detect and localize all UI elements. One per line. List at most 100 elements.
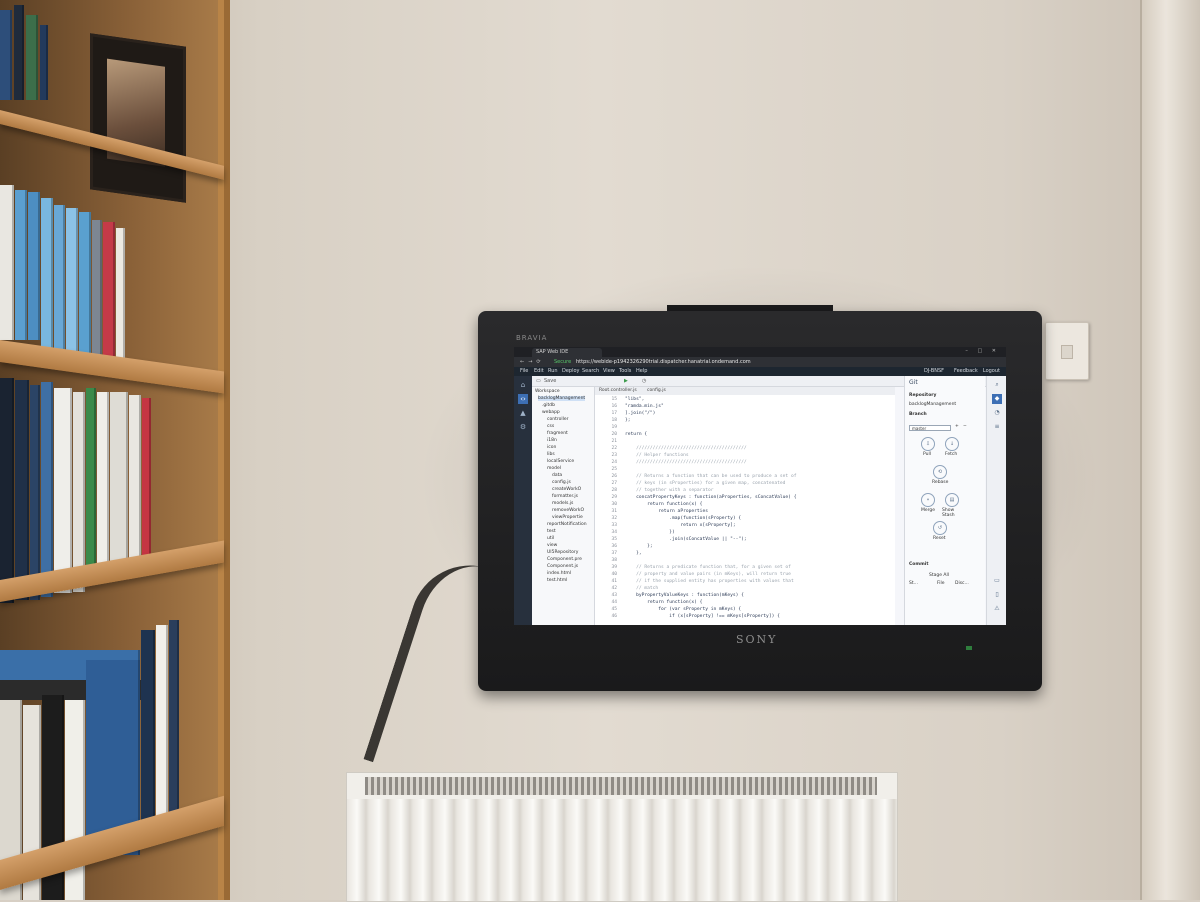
menu-search[interactable]: Search	[582, 367, 599, 376]
tree-item[interactable]: util	[547, 536, 554, 541]
line-number: 42	[611, 586, 617, 591]
tree-item[interactable]: backlogManagement	[538, 396, 586, 401]
tree-item[interactable]: test.html	[547, 578, 567, 583]
code-icon[interactable]: ‹›	[518, 394, 528, 404]
warning-icon[interactable]: ⚠	[992, 604, 1002, 614]
feedback-link[interactable]: Feedback	[954, 367, 978, 376]
tree-item[interactable]: fragment	[547, 431, 568, 436]
code-text: // keys (in sProperties) for a given map…	[625, 481, 786, 486]
outline-icon[interactable]: ≡	[992, 422, 1002, 432]
book	[86, 388, 96, 583]
reset-icon[interactable]: ↺	[933, 521, 947, 535]
git-icon[interactable]: ◆	[992, 394, 1002, 404]
tree-item[interactable]: data	[552, 473, 562, 478]
tree-item[interactable]: models.js	[552, 501, 573, 506]
tree-item[interactable]: Component.pre	[547, 557, 582, 562]
tv-brand-label: BRAVIA	[516, 334, 548, 342]
tree-item[interactable]: libs	[547, 452, 555, 457]
tree-item[interactable]: viewPropertie	[552, 515, 583, 520]
save-icon[interactable]: ▭	[536, 376, 541, 386]
menu-help[interactable]: Help	[636, 367, 647, 376]
tree-item[interactable]: css	[547, 424, 554, 429]
tree-item[interactable]: model	[547, 466, 561, 471]
nav-buttons[interactable]: ←→⟳	[520, 357, 545, 367]
window-controls[interactable]: – □ ✕	[965, 348, 1000, 354]
gear-icon[interactable]: ⚙	[518, 422, 528, 432]
tree-item[interactable]: formatter.js	[552, 494, 578, 499]
tree-item[interactable]: reportNotification	[547, 522, 587, 527]
code-text: ////////////////////////////////////////	[625, 460, 747, 465]
menu-file[interactable]: File	[520, 367, 528, 376]
reset-button[interactable]: Reset	[933, 536, 946, 541]
tab-root-controller[interactable]: Root.controller.js	[599, 387, 637, 395]
tree-item[interactable]: UI5Repository	[547, 550, 578, 555]
user-name[interactable]: DJ-BNSF	[924, 367, 944, 376]
tree-item[interactable]: localService	[547, 459, 574, 464]
book	[156, 625, 168, 835]
stash-icon[interactable]: ▤	[945, 493, 959, 507]
book	[142, 398, 151, 568]
console-icon[interactable]: ▯	[992, 590, 1002, 600]
fetch-icon[interactable]: ↓	[945, 437, 959, 451]
code-text: if (x[sProperty] !== mKeys[sProperty]) {	[625, 614, 780, 619]
debug-icon[interactable]: ◷	[642, 376, 646, 386]
tree-item[interactable]: .gitdb	[542, 403, 555, 408]
menu-view[interactable]: View	[603, 367, 615, 376]
browser-tab[interactable]: SAP Web IDE	[532, 348, 602, 357]
book	[79, 212, 91, 354]
tree-item[interactable]: icon	[547, 445, 556, 450]
rebase-button[interactable]: Rebase	[932, 480, 948, 485]
tree-item[interactable]: index.html	[547, 571, 571, 576]
file-column: File	[937, 581, 945, 586]
pull-button[interactable]: Pull	[923, 452, 931, 457]
stage-all-checkbox[interactable]: Stage All	[929, 573, 949, 578]
search-icon[interactable]: ⌕	[992, 380, 1002, 390]
tab-config[interactable]: config.js	[647, 387, 666, 395]
rebase-icon[interactable]: ⟲	[933, 465, 947, 479]
menu-tools[interactable]: Tools	[619, 367, 631, 376]
bookshelf	[0, 0, 230, 900]
tree-item[interactable]: createWorkO	[552, 487, 581, 492]
tree-item[interactable]: config.js	[552, 480, 571, 485]
add-branch-icon[interactable]: +	[955, 424, 959, 429]
save-button[interactable]: Save	[544, 376, 556, 386]
show-stash-button[interactable]: Show Stash	[942, 508, 964, 518]
tree-item[interactable]: view	[547, 543, 557, 548]
discard-column: Disc...	[955, 581, 969, 586]
tree-item[interactable]: controller	[547, 417, 568, 422]
merge-icon[interactable]: ⑂	[921, 493, 935, 507]
tree-item[interactable]: removeWorkO	[552, 508, 584, 513]
url-text[interactable]: https://webide-p1942326290trial.dispatch…	[576, 357, 751, 367]
history-icon[interactable]: ◔	[992, 408, 1002, 418]
remove-branch-icon[interactable]: −	[963, 424, 967, 429]
chat-icon[interactable]: ▭	[992, 576, 1002, 586]
git-title: Git	[909, 379, 918, 386]
tree-item[interactable]: i18n	[547, 438, 557, 443]
fetch-button[interactable]: Fetch	[945, 452, 957, 457]
secure-label: Secure	[554, 359, 572, 365]
run-icon[interactable]: ▶	[624, 376, 628, 386]
code-text: concatPropertyKeys : function(aPropertie…	[625, 495, 797, 500]
menu-edit[interactable]: Edit	[534, 367, 544, 376]
menu-deploy[interactable]: Deploy	[562, 367, 580, 376]
code-text: ].join("/")	[625, 411, 656, 416]
code-text: // property and value pairs (in mKeys), …	[625, 572, 791, 577]
line-number: 16	[611, 404, 617, 409]
line-number: 44	[611, 600, 617, 605]
book	[41, 198, 53, 348]
line-number: 25	[611, 467, 617, 472]
home-icon[interactable]: ⌂	[518, 380, 528, 390]
logout-link[interactable]: Logout	[983, 367, 1000, 376]
code-editor[interactable]: Root.controller.js config.js 15 "libs", 16…	[595, 387, 976, 625]
tree-item[interactable]: webapp	[542, 410, 560, 415]
hat-icon[interactable]: ▲	[518, 408, 528, 418]
address-bar[interactable]: ←→⟳ Secure https://webide-p1942326290tri…	[514, 357, 1006, 367]
branch-select[interactable]: master	[909, 425, 951, 431]
tree-item[interactable]: Component.js	[547, 564, 578, 569]
tree-item[interactable]: Workspace	[535, 389, 560, 394]
tree-item[interactable]: test	[547, 529, 556, 534]
code-text: };	[625, 418, 631, 423]
pull-icon[interactable]: ⇩	[921, 437, 935, 451]
menu-run[interactable]: Run	[548, 367, 558, 376]
merge-button[interactable]: Merge	[921, 508, 935, 513]
